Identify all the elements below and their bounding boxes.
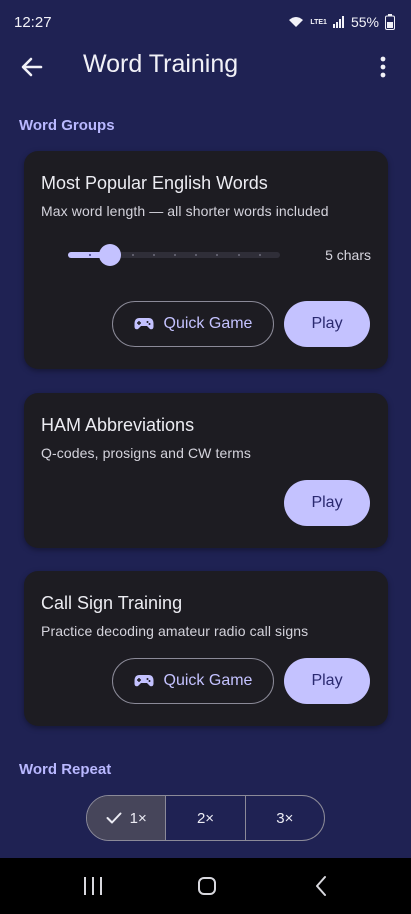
play-button[interactable]: Play — [284, 658, 370, 704]
word-length-slider[interactable] — [68, 243, 280, 267]
status-time: 12:27 — [14, 13, 52, 31]
repeat-option-2x[interactable]: 2× — [166, 796, 246, 840]
repeat-option-1x[interactable]: 1× — [87, 796, 167, 840]
quick-game-label: Quick Game — [163, 672, 253, 689]
network-label: LTE1 — [310, 18, 327, 26]
page-title: Word Training — [83, 50, 239, 78]
slider-tick — [89, 254, 91, 256]
play-button[interactable]: Play — [284, 301, 370, 347]
card-title: HAM Abbreviations — [41, 415, 195, 435]
status-bar: 12:27 LTE1 55% — [0, 0, 411, 44]
check-icon — [106, 812, 122, 824]
repeat-option-label: 2× — [196, 809, 215, 827]
card-subtitle: Q-codes, prosigns and CW terms — [41, 445, 251, 461]
slider-tick — [153, 254, 155, 256]
signal-icon — [332, 16, 344, 28]
card-popular-words: Most Popular English Words Max word leng… — [24, 151, 388, 369]
arrow-left-icon — [21, 57, 43, 77]
battery-icon — [385, 14, 395, 30]
repeat-option-label: 1× — [129, 809, 147, 827]
repeat-option-3x[interactable]: 3× — [246, 796, 324, 840]
nav-back-button[interactable] — [310, 875, 334, 897]
card-subtitle: Practice decoding amateur radio call sig… — [41, 623, 309, 639]
card-title: Most Popular English Words — [41, 173, 268, 193]
battery-percent: 55% — [350, 14, 379, 30]
slider-tick — [216, 254, 218, 256]
card-title: Call Sign Training — [41, 593, 183, 613]
card-call-sign-training: Call Sign Training Practice decoding ama… — [24, 571, 388, 726]
section-title-word-groups: Word Groups — [19, 117, 115, 134]
slider-thumb[interactable] — [99, 244, 121, 266]
wifi-icon — [289, 17, 304, 27]
recents-icon — [84, 877, 102, 895]
word-repeat-selector: 1× 2× 3× — [86, 795, 325, 841]
app-bar: Word Training — [0, 44, 411, 90]
quick-game-label: Quick Game — [163, 315, 253, 332]
slider-tick — [174, 254, 176, 256]
repeat-option-label: 3× — [276, 809, 294, 827]
play-button[interactable]: Play — [284, 480, 370, 526]
quick-game-button[interactable]: Quick Game — [112, 301, 274, 347]
section-title-word-repeat: Word Repeat — [19, 761, 112, 778]
back-button[interactable] — [18, 53, 46, 81]
gamepad-icon — [134, 318, 154, 330]
slider-tick — [259, 254, 261, 256]
gamepad-icon — [134, 675, 154, 687]
nav-home-button[interactable] — [195, 875, 219, 897]
more-vert-icon — [380, 56, 386, 78]
slider-value-label: 5 chars — [325, 247, 371, 263]
nav-recents-button[interactable] — [81, 875, 105, 897]
nav-back-icon — [316, 876, 326, 896]
status-icons: LTE1 55% — [288, 14, 395, 30]
quick-game-button[interactable]: Quick Game — [112, 658, 274, 704]
slider-tick — [195, 254, 197, 256]
more-options-button[interactable] — [370, 53, 396, 81]
home-icon — [198, 877, 216, 895]
system-nav-bar — [0, 858, 411, 914]
card-subtitle: Max word length — all shorter words incl… — [41, 203, 329, 219]
slider-tick — [238, 254, 240, 256]
card-ham-abbreviations: HAM Abbreviations Q-codes, prosigns and … — [24, 393, 388, 548]
slider-tick — [132, 254, 134, 256]
